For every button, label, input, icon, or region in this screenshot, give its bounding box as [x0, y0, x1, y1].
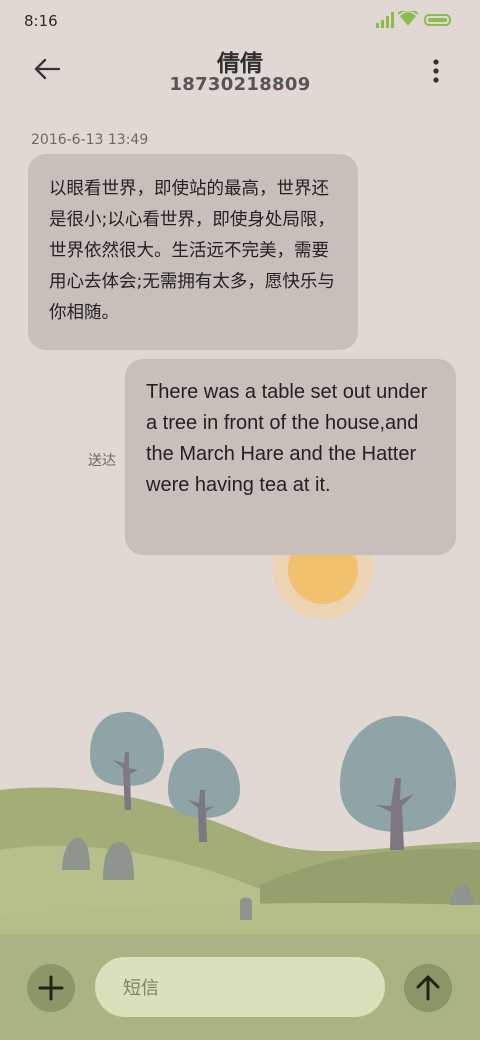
status-time: 8:16	[24, 12, 58, 30]
more-vert-icon[interactable]	[430, 58, 442, 84]
message-text: 以眼看世界，即使站的最高，世界还是很小;以心看世界，即使身处局限，世界依然很大。…	[49, 179, 335, 323]
message-input-container	[95, 957, 385, 1019]
incoming-message-bubble[interactable]: 以眼看世界，即使站的最高，世界还是很小;以心看世界，即使身处局限，世界依然很大。…	[28, 154, 358, 350]
signal-icon	[376, 12, 394, 28]
delivery-status: 送达	[88, 453, 116, 469]
tree	[340, 716, 456, 850]
conversation-header: 倩倩 18730218809	[0, 44, 480, 104]
message-text: There was a table set out under a tree i…	[146, 381, 428, 496]
battery-icon	[424, 14, 451, 26]
message-input[interactable]	[121, 957, 365, 1019]
plus-icon	[38, 975, 64, 1001]
bush	[240, 897, 252, 920]
arrow-up-icon	[416, 975, 440, 1001]
add-attachment-button[interactable]	[27, 964, 75, 1012]
contact-phone-number: 18730218809	[169, 74, 311, 95]
status-bar: 8:16	[0, 0, 480, 44]
contact-name: 倩倩	[217, 51, 263, 77]
wifi-icon	[398, 11, 418, 26]
send-button[interactable]	[404, 964, 452, 1012]
outgoing-message-bubble[interactable]: There was a table set out under a tree i…	[125, 359, 456, 555]
message-timestamp: 2016-6-13 13:49	[31, 132, 149, 148]
